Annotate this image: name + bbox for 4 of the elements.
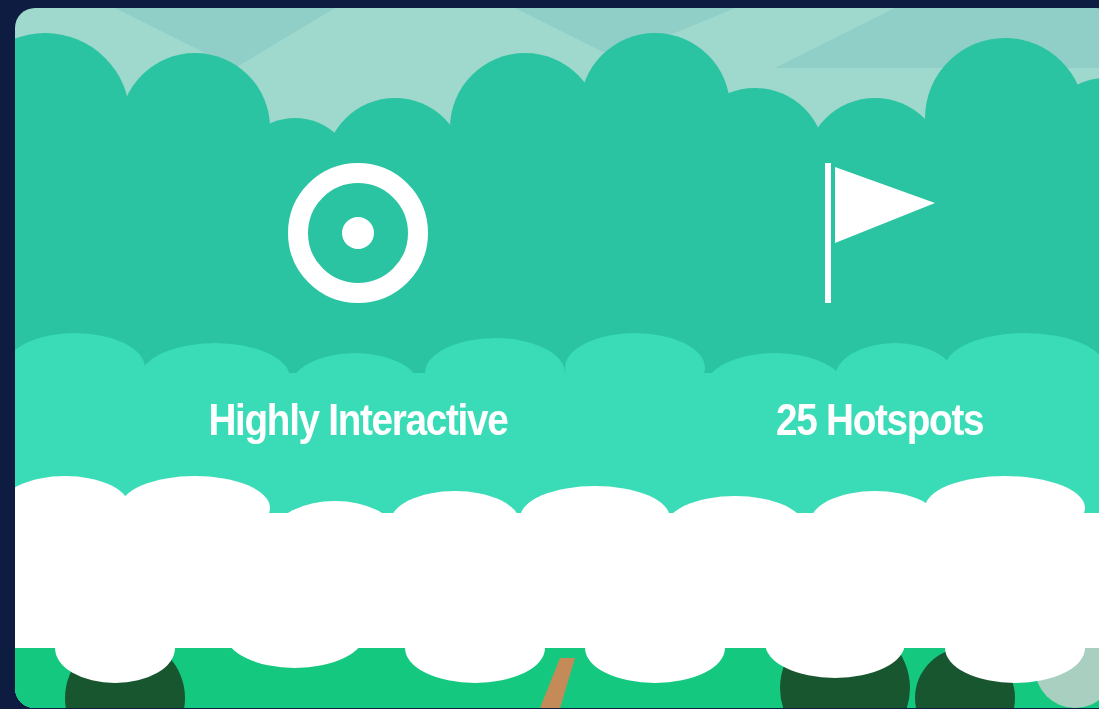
flag-icon [825,163,935,303]
feature-label: Highly Interactive [208,395,508,445]
feature-label: 25 Hotspots [776,395,984,445]
target-icon [288,163,428,303]
